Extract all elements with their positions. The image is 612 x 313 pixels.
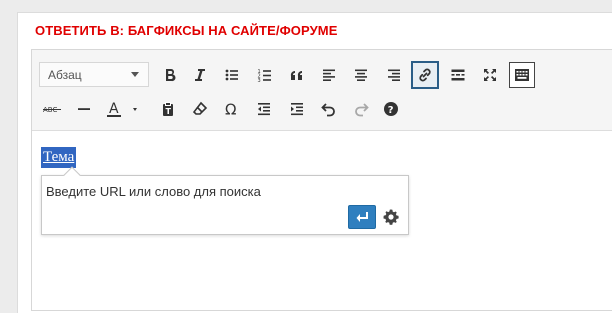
bold-icon[interactable] <box>157 62 183 88</box>
italic-icon[interactable] <box>187 62 213 88</box>
strikethrough-icon[interactable]: ABC <box>39 96 65 122</box>
align-right-icon[interactable] <box>381 62 407 88</box>
svg-text:3: 3 <box>258 78 261 83</box>
special-character-icon[interactable]: Ω <box>219 96 245 122</box>
indent-icon[interactable] <box>284 96 310 122</box>
gear-icon <box>383 209 399 225</box>
enter-icon <box>356 212 368 222</box>
link-icon[interactable] <box>411 61 439 89</box>
svg-text:Ω: Ω <box>225 101 236 117</box>
reply-title: ОТВЕТИТЬ В: БАГФИКСЫ НА САЙТЕ/ФОРУМЕ <box>35 23 338 38</box>
toolbar-toggle-icon[interactable] <box>509 62 535 88</box>
link-popup: Введите URL или слово для поиска <box>41 166 409 235</box>
blockquote-icon[interactable] <box>284 62 310 88</box>
format-select[interactable]: Абзац <box>39 62 149 87</box>
align-left-icon[interactable] <box>316 62 342 88</box>
svg-text:A: A <box>109 101 119 117</box>
link-settings-button[interactable] <box>381 207 401 227</box>
format-select-value: Абзац <box>48 67 82 82</box>
svg-text:T: T <box>166 107 172 116</box>
chevron-down-icon <box>131 72 139 77</box>
url-search-input[interactable]: Введите URL или слово для поиска <box>46 184 346 199</box>
apply-link-button[interactable] <box>348 205 376 229</box>
help-icon[interactable]: ? <box>378 96 404 122</box>
horizontal-line-icon[interactable] <box>71 96 97 122</box>
paste-text-icon[interactable]: T <box>155 96 181 122</box>
undo-icon[interactable] <box>316 96 342 122</box>
selected-link-text[interactable]: Тема <box>41 147 77 168</box>
align-center-icon[interactable] <box>348 62 374 88</box>
svg-text:?: ? <box>388 105 394 116</box>
read-more-icon[interactable] <box>445 62 471 88</box>
clear-formatting-icon[interactable] <box>187 96 213 122</box>
bullet-list-icon[interactable] <box>219 62 245 88</box>
text-color-icon[interactable]: A <box>102 96 142 122</box>
fullscreen-icon[interactable] <box>477 62 503 88</box>
redo-icon[interactable] <box>348 96 374 122</box>
numbered-list-icon[interactable]: 123 <box>252 62 278 88</box>
outdent-icon[interactable] <box>251 96 277 122</box>
